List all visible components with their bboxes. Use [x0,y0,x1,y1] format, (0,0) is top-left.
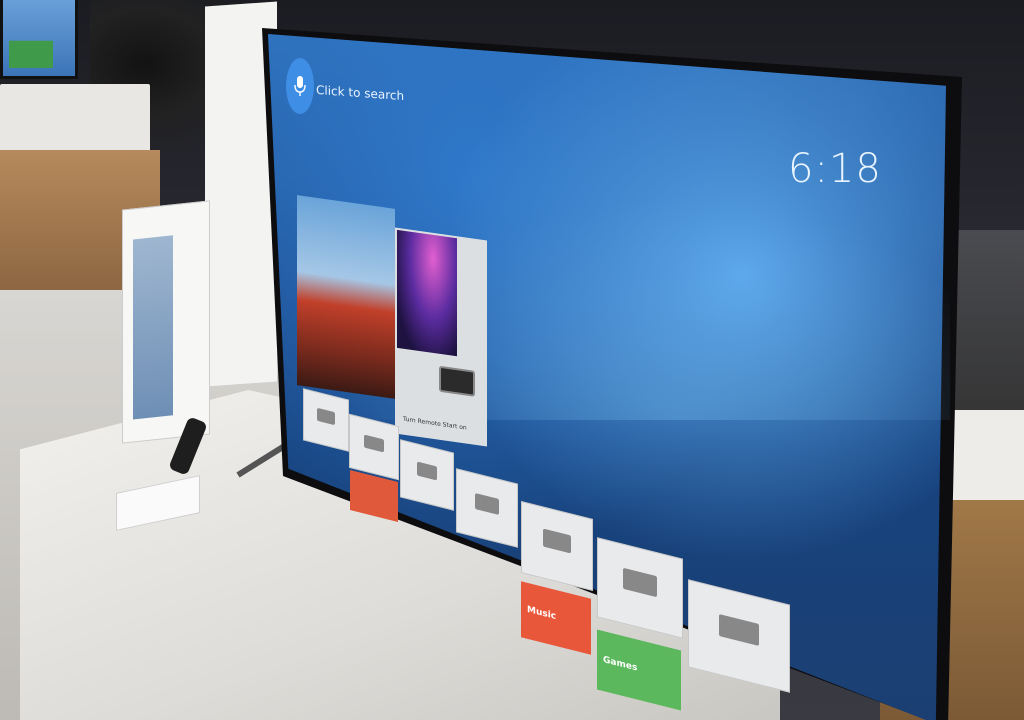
microphone-icon [294,76,306,96]
recommendation-card[interactable]: Turn Remote Start on [395,227,487,447]
hdmi-icon [623,568,657,597]
recommendation-card[interactable] [297,195,395,399]
recommendation-caption: Turn Remote Start on [403,415,467,432]
app-label: Games [603,655,638,674]
component-icon [475,492,499,515]
input-tile[interactable] [303,388,349,452]
app-label: Music [527,605,557,623]
background-monitor [0,0,78,79]
concert-image [397,229,457,357]
input-icon [364,434,384,453]
voice-search-button[interactable] [286,58,314,114]
product-box-graphic [133,235,173,420]
product-box [122,200,210,444]
phone-icon [439,365,475,397]
background-monitor-graphic [9,8,53,68]
clock: 6:18 [788,146,882,192]
input-icon [317,407,335,426]
video-icon [543,528,571,554]
hdmi-icon [416,461,438,481]
photo-scene: Click to search 6:18 Turn Remote Start o… [0,0,1024,720]
cable-icon [719,613,759,647]
